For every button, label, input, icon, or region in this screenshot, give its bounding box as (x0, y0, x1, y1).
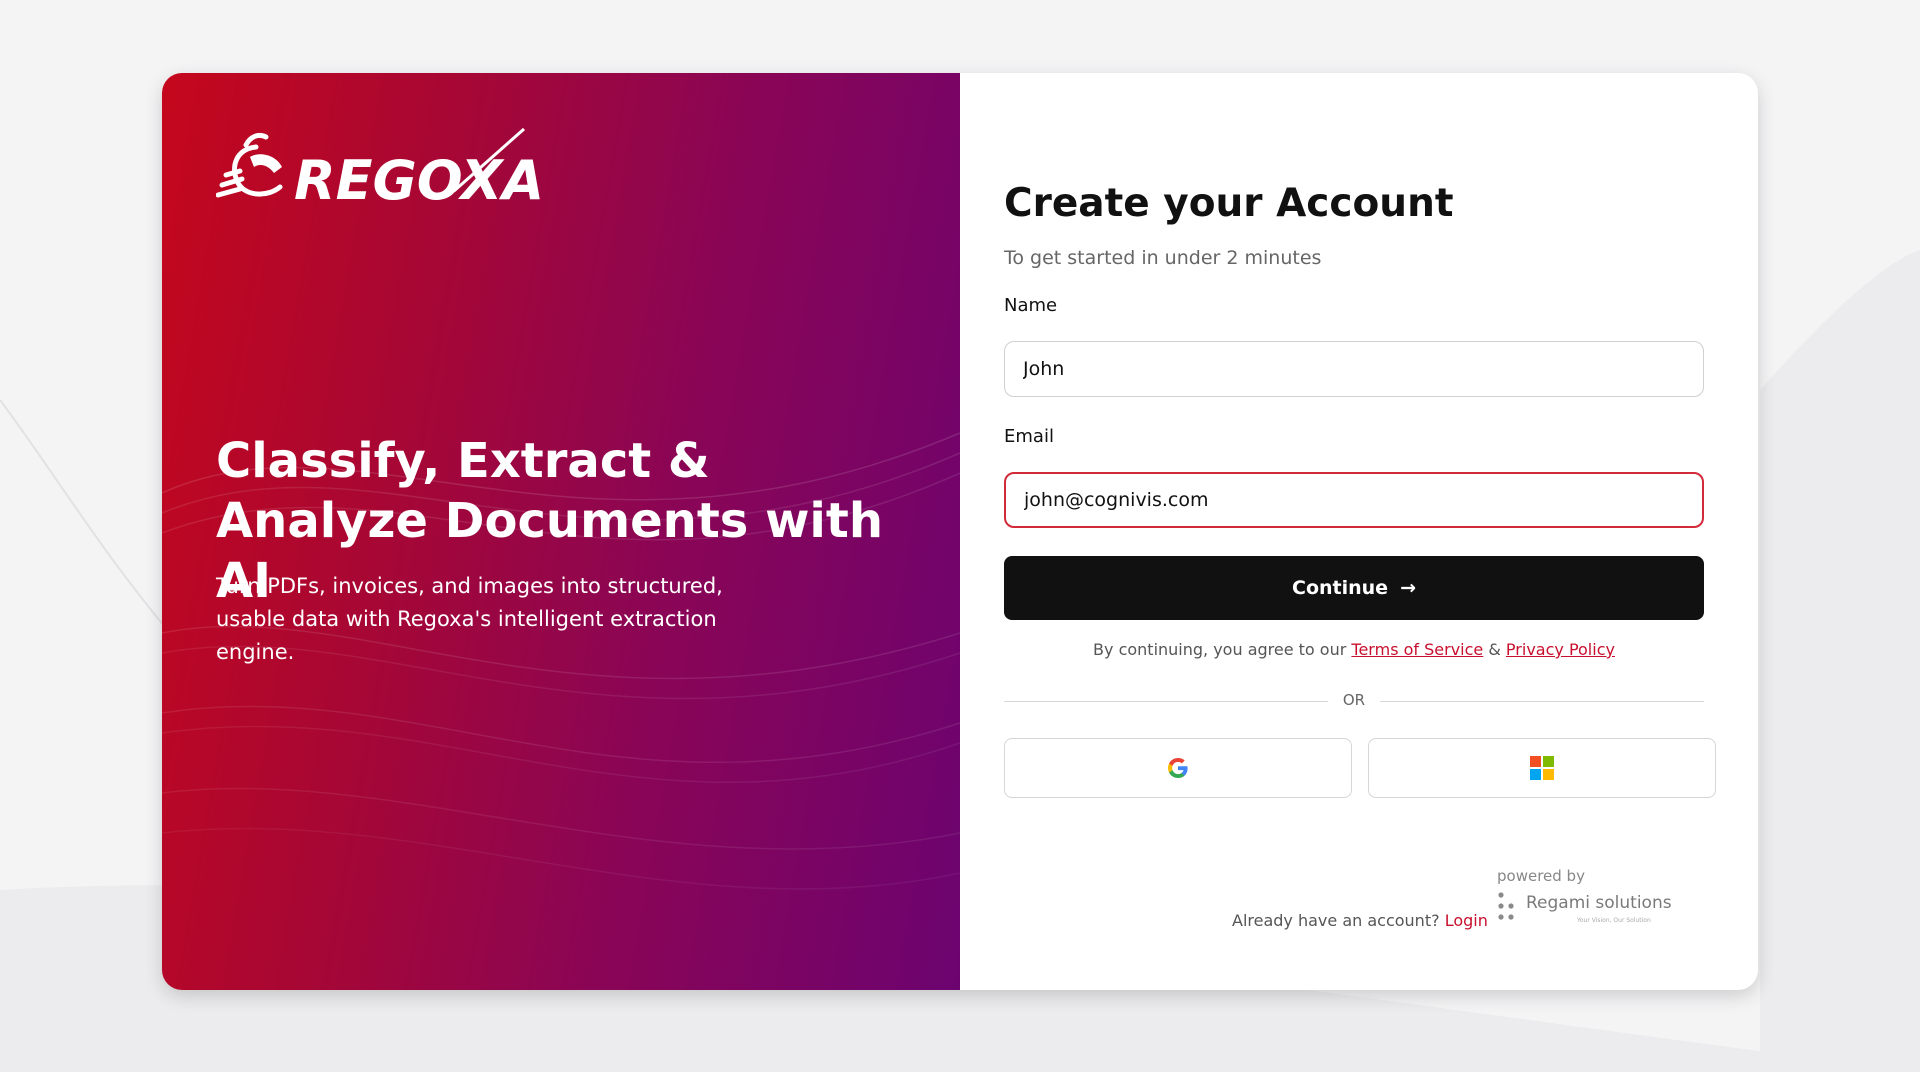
terms-prefix: By continuing, you agree to our (1093, 640, 1347, 659)
google-icon (1168, 758, 1188, 778)
or-label: OR (1342, 691, 1366, 709)
microsoft-icon (1530, 756, 1554, 780)
divider-line-left (1004, 701, 1328, 702)
email-input[interactable] (1004, 472, 1704, 528)
regami-wordmark: Regami solutions (1526, 893, 1672, 913)
name-input[interactable] (1004, 341, 1704, 397)
regami-tagline: Your Vision, Our Solution (1577, 917, 1651, 924)
signup-card: REGOXA Classify, Extract & Analyze Docum… (162, 73, 1758, 990)
name-label: Name (1004, 295, 1058, 316)
arrow-right-icon: → (1400, 577, 1416, 599)
terms-and: & (1488, 640, 1501, 659)
regami-logo: Regami solutions Your Vision, Our Soluti… (1497, 891, 1687, 931)
form-panel: Create your Account To get started in un… (960, 73, 1758, 990)
divider-line-right (1380, 701, 1704, 702)
logo-slash (453, 127, 525, 193)
google-signin-button[interactable] (1004, 738, 1352, 798)
hero-panel: REGOXA Classify, Extract & Analyze Docum… (162, 73, 960, 990)
terms-notice: By continuing, you agree to our Terms of… (1004, 640, 1704, 659)
microsoft-signin-button[interactable] (1368, 738, 1716, 798)
regoxa-logo: REGOXA (216, 127, 544, 217)
regami-dots-icon (1498, 892, 1514, 920)
powered-by-label: powered by (1497, 867, 1585, 885)
email-label: Email (1004, 426, 1054, 447)
page-title: Create your Account (1004, 181, 1454, 226)
have-account-text: Already have an account? (1232, 911, 1440, 930)
terms-of-service-link[interactable]: Terms of Service (1351, 640, 1483, 659)
continue-label: Continue (1292, 577, 1389, 599)
or-divider: OR (1004, 691, 1704, 711)
login-prompt: Already have an account? Login (1232, 911, 1488, 930)
continue-button[interactable]: Continue → (1004, 556, 1704, 620)
login-link[interactable]: Login (1445, 911, 1488, 930)
bull-icon (216, 132, 283, 198)
hero-subtext: Turn PDFs, invoices, and images into str… (216, 574, 723, 664)
page-subtitle: To get started in under 2 minutes (1004, 247, 1322, 269)
privacy-policy-link[interactable]: Privacy Policy (1506, 640, 1615, 659)
